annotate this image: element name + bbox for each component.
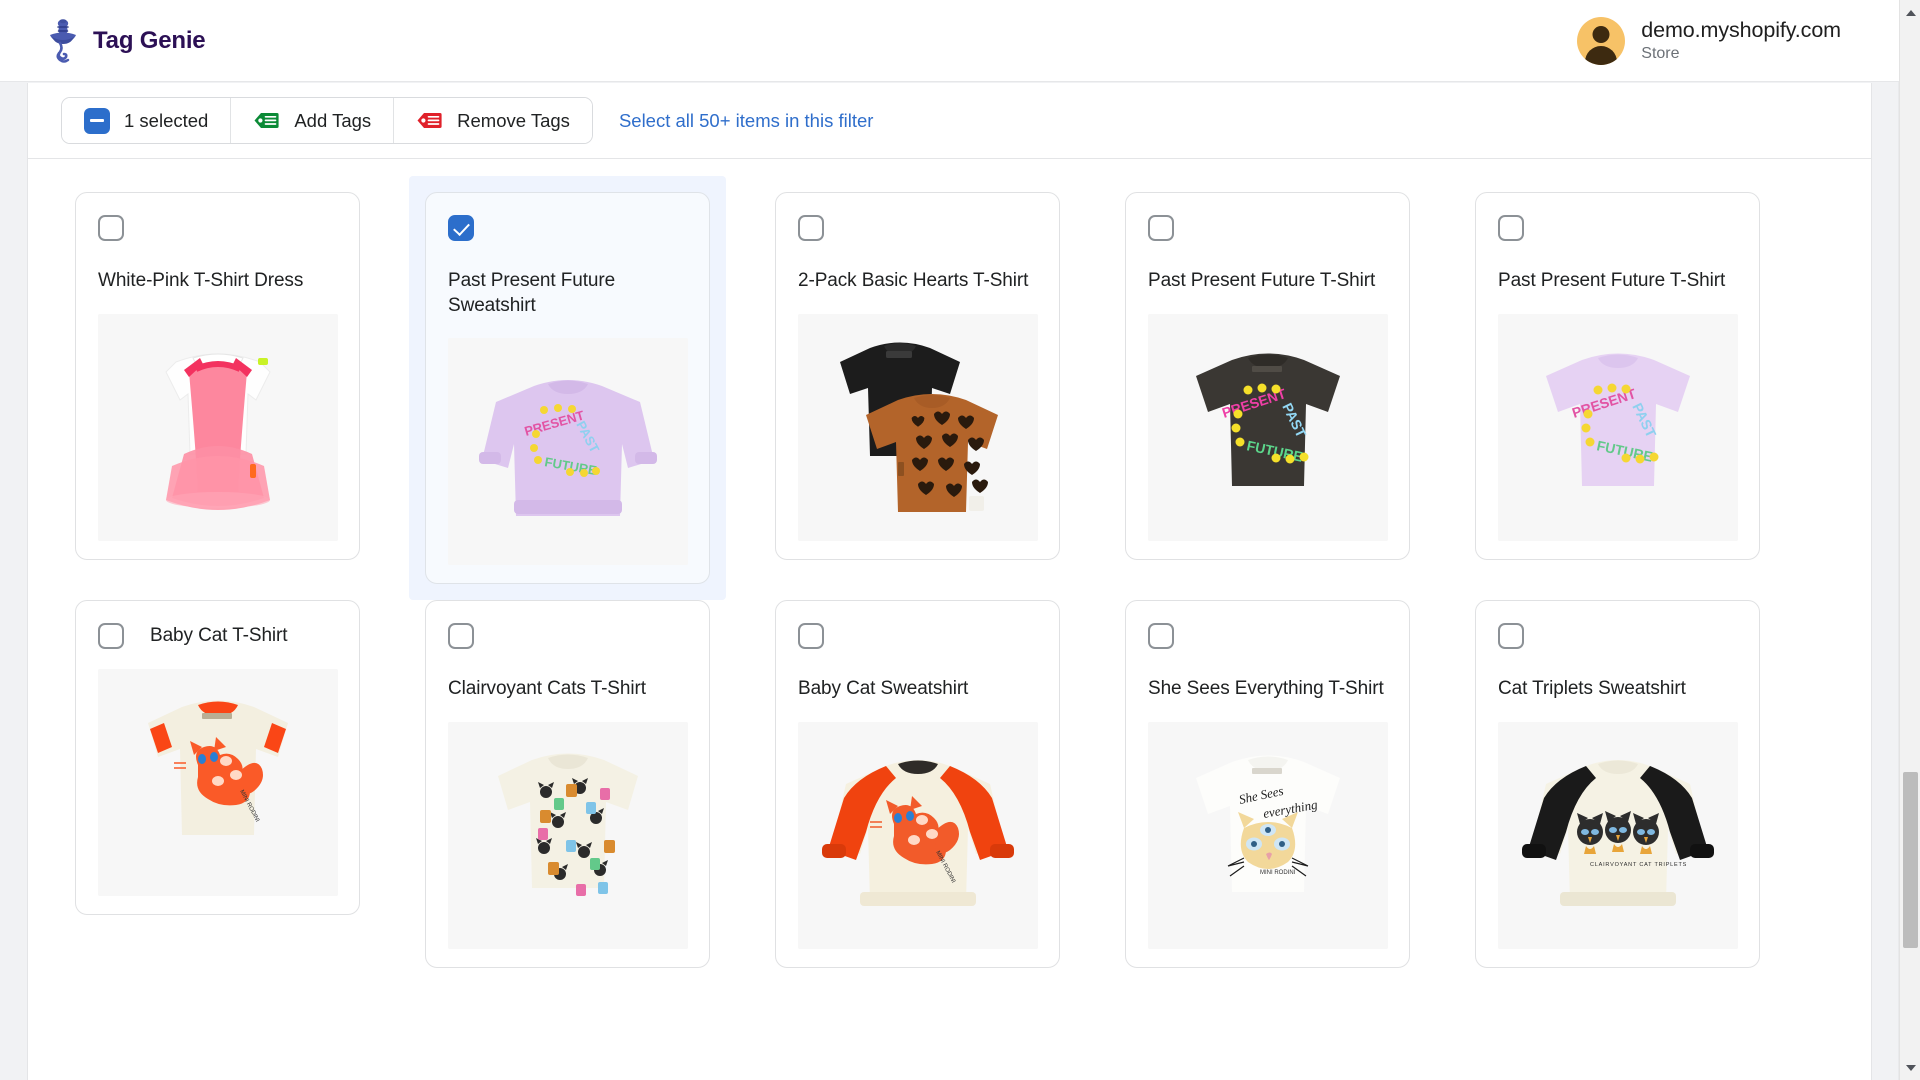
select-all-link[interactable]: Select all 50+ items in this filter	[619, 110, 873, 132]
scroll-down-arrow-icon[interactable]	[1900, 1057, 1920, 1078]
product-title: Past Present Future T-Shirt	[1498, 270, 1726, 291]
product-checkbox[interactable]	[1498, 623, 1524, 650]
product-grid-area: White-Pink T-Shirt Dress Past Present Fu…	[27, 159, 1872, 1080]
add-tags-label: Add Tags	[294, 109, 372, 131]
product-title: Baby Cat Sweatshirt	[798, 678, 969, 700]
product-image: She Sees everything MINI RODINI	[1148, 722, 1388, 950]
product-checkbox[interactable]	[98, 215, 124, 241]
product-card[interactable]: Baby Cat Sweatshirt MINI RODINI	[775, 600, 1060, 969]
product-title: She Sees Everything T-Shirt	[1148, 678, 1384, 700]
product-image: PRESENT PAST FUTURE	[1498, 313, 1738, 541]
product-card[interactable]: Cat Triplets Sweatshirt CLAIRVOYANT CAT …	[1475, 600, 1760, 969]
app-root: Tag Genie demo.myshopify.com Store 1 sel…	[0, 0, 1920, 1080]
product-card[interactable]: Clairvoyant Cats T-Shirt	[425, 600, 710, 969]
product-checkbox[interactable]	[448, 623, 474, 650]
product-image: PRESENT PAST FUTURE	[448, 338, 688, 566]
store-subtitle: Store	[1641, 45, 1680, 63]
product-title: Past Present Future T-Shirt	[1148, 270, 1376, 291]
tag-remove-icon	[416, 110, 443, 131]
product-title: Cat Triplets Sweatshirt	[1498, 678, 1686, 700]
product-title: 2-Pack Basic Hearts T-Shirt	[798, 270, 1029, 291]
product-grid-cell: Past Present Future Sweatshirt PRESENT P…	[409, 176, 775, 601]
product-title: Baby Cat T-Shirt	[150, 625, 288, 647]
product-checkbox[interactable]	[1148, 215, 1174, 241]
selected-count-button[interactable]: 1 selected	[62, 98, 231, 143]
svg-text:MINI RODINI: MINI RODINI	[1260, 870, 1296, 876]
product-checkbox-checked[interactable]	[448, 215, 474, 241]
product-card[interactable]: Past Present Future T-Shirt PRESENT PAST…	[1475, 192, 1760, 560]
product-card-header	[448, 215, 687, 241]
scroll-up-arrow-icon[interactable]	[1900, 2, 1920, 23]
product-title: Clairvoyant Cats T-Shirt	[448, 678, 646, 700]
product-checkbox[interactable]	[798, 623, 824, 650]
product-card-header	[448, 623, 687, 650]
product-grid-cell: Past Present Future T-Shirt PRESENT PAST…	[1475, 192, 1825, 600]
product-card-header	[98, 215, 337, 241]
product-image	[98, 313, 338, 541]
product-grid: White-Pink T-Shirt Dress Past Present Fu…	[28, 159, 1871, 969]
user-avatar-icon	[1577, 16, 1626, 65]
product-grid-cell: Past Present Future T-Shirt PRESENT PAST…	[1125, 192, 1475, 600]
product-card[interactable]: She Sees Everything T-Shirt She Sees eve…	[1125, 600, 1410, 969]
product-image	[448, 722, 688, 950]
product-title: Past Present Future Sweatshirt	[448, 270, 616, 316]
product-checkbox[interactable]	[1498, 215, 1524, 241]
product-card-header	[1148, 215, 1387, 241]
product-grid-cell: White-Pink T-Shirt Dress	[75, 192, 425, 600]
tag-add-icon	[253, 110, 280, 131]
product-card[interactable]: 2-Pack Basic Hearts T-Shirt	[775, 192, 1060, 560]
brand-name: Tag Genie	[93, 26, 206, 54]
product-grid-cell: Baby Cat Sweatshirt MINI RODINI	[775, 600, 1125, 969]
product-grid-cell: Baby Cat T-Shirt MINI RODINI	[75, 600, 425, 968]
selected-count-label: 1 selected	[124, 109, 209, 131]
selected-card-highlight: Past Present Future Sweatshirt PRESENT P…	[409, 176, 726, 601]
product-checkbox[interactable]	[798, 215, 824, 241]
product-card-header: Baby Cat T-Shirt	[98, 623, 337, 650]
product-checkbox[interactable]	[1148, 623, 1174, 650]
add-tags-button[interactable]: Add Tags	[230, 98, 394, 143]
scrollbar-thumb[interactable]	[1903, 772, 1918, 948]
store-domain: demo.myshopify.com	[1641, 17, 1841, 42]
product-grid-cell: 2-Pack Basic Hearts T-Shirt	[775, 192, 1125, 600]
product-grid-cell: Cat Triplets Sweatshirt CLAIRVOYANT CAT …	[1475, 600, 1825, 969]
product-image: CLAIRVOYANT CAT TRIPLETS	[1498, 722, 1738, 950]
page-scrollbar[interactable]	[1899, 0, 1920, 1080]
bulk-action-bar: 1 selected Add Tags Remove Tags Select a…	[27, 83, 1872, 159]
product-grid-cell: Clairvoyant Cats T-Shirt	[425, 600, 775, 969]
product-card[interactable]: White-Pink T-Shirt Dress	[75, 192, 360, 560]
genie-lamp-icon	[46, 18, 80, 64]
indeterminate-checkbox-icon[interactable]	[84, 107, 110, 134]
product-card[interactable]: Baby Cat T-Shirt MINI RODINI	[75, 600, 360, 916]
product-card-header	[1148, 623, 1387, 650]
product-image	[798, 313, 1038, 541]
product-image: MINI RODINI	[798, 722, 1038, 950]
product-image: MINI RODINI	[98, 669, 338, 897]
product-image: PRESENT PAST FUTURE	[1148, 313, 1388, 541]
product-card[interactable]: Past Present Future T-Shirt PRESENT PAST…	[1125, 192, 1410, 560]
product-checkbox[interactable]	[98, 623, 124, 650]
bulk-button-group: 1 selected Add Tags Remove Tags	[61, 97, 593, 144]
svg-text:CLAIRVOYANT CAT TRIPLETS: CLAIRVOYANT CAT TRIPLETS	[1590, 862, 1687, 868]
store-account[interactable]: demo.myshopify.com Store	[1577, 16, 1841, 65]
product-card-header	[798, 623, 1037, 650]
app-header: Tag Genie demo.myshopify.com Store	[0, 0, 1899, 82]
remove-tags-label: Remove Tags	[457, 109, 570, 131]
product-card[interactable]: Past Present Future Sweatshirt PRESENT P…	[425, 192, 710, 585]
product-grid-cell: She Sees Everything T-Shirt She Sees eve…	[1125, 600, 1475, 969]
brand: Tag Genie	[46, 18, 206, 64]
remove-tags-button[interactable]: Remove Tags	[393, 98, 592, 143]
product-card-header	[1498, 215, 1737, 241]
product-card-header	[1498, 623, 1737, 650]
product-title: White-Pink T-Shirt Dress	[98, 270, 304, 291]
product-card-header	[798, 215, 1037, 241]
